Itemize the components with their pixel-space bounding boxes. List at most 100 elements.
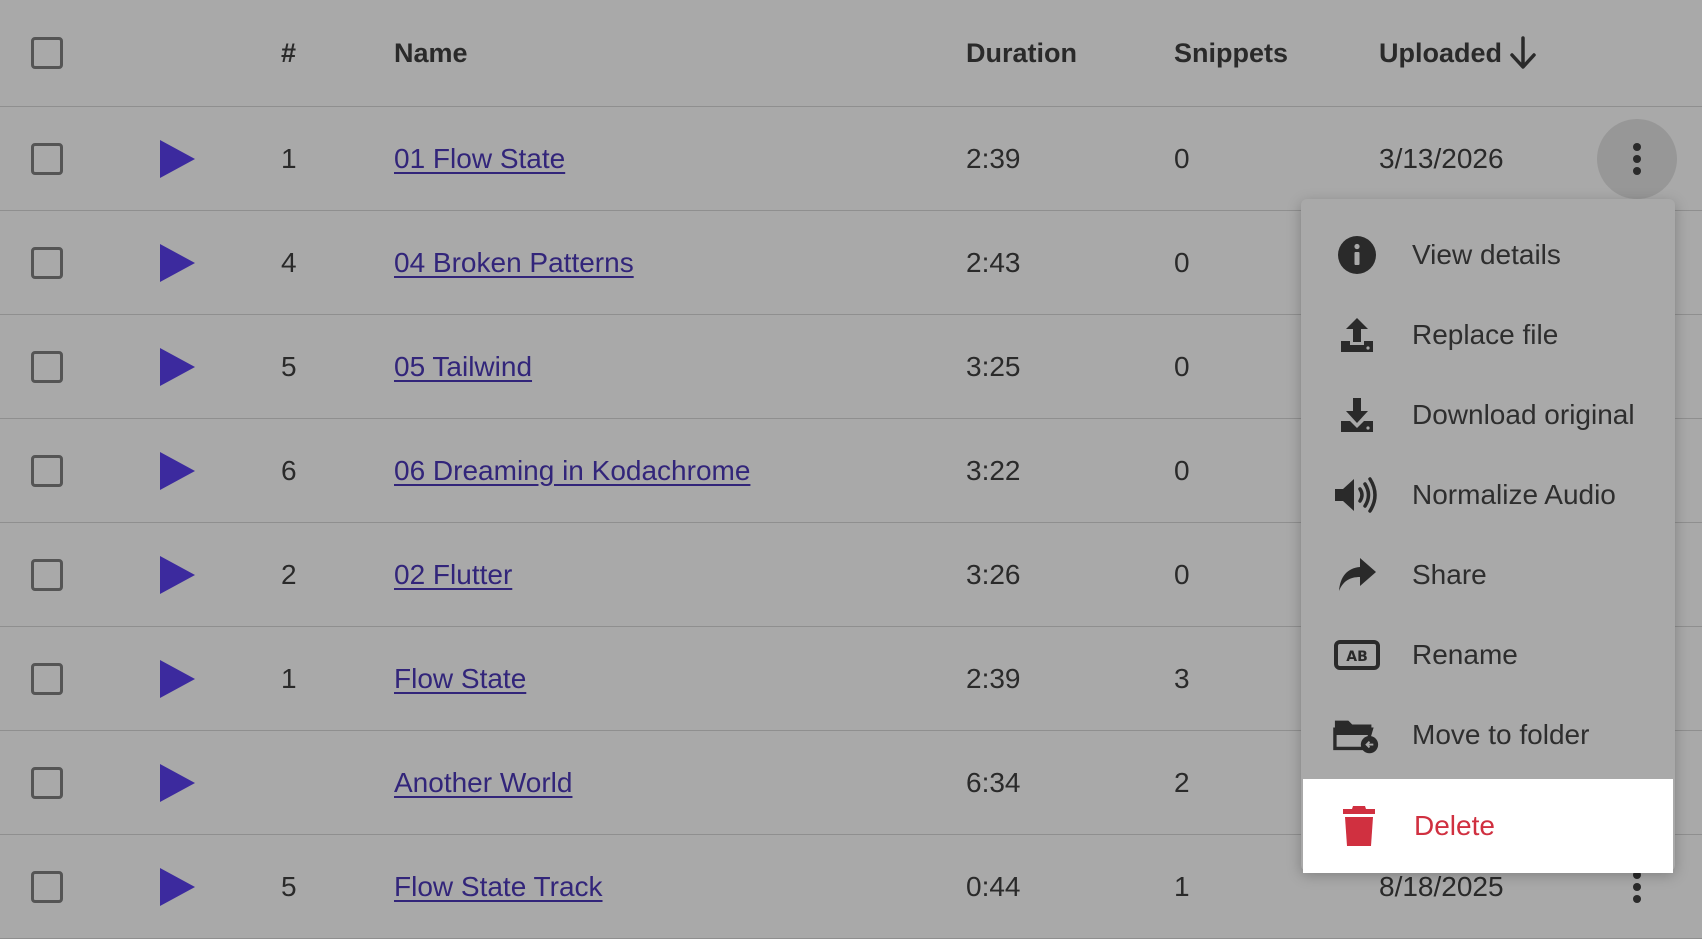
menu-move-to-folder[interactable]: Move to folder (1301, 695, 1675, 775)
track-name-link[interactable]: Flow State Track (394, 871, 603, 903)
select-all-checkbox[interactable] (31, 37, 63, 69)
row-checkbox-cell (31, 211, 63, 314)
play-icon (160, 763, 195, 802)
play-icon (160, 555, 195, 594)
row-checkbox[interactable] (31, 662, 63, 695)
play-icon (160, 659, 195, 698)
track-number: 6 (281, 454, 297, 486)
track-duration: 6:34 (966, 766, 1021, 798)
more-vert-icon (1633, 142, 1641, 175)
track-name-link[interactable]: Another World (394, 767, 572, 799)
folder-move-icon (1333, 713, 1381, 757)
play-icon (160, 347, 195, 386)
row-checkbox[interactable] (31, 142, 63, 175)
track-snippets: 0 (1174, 142, 1190, 174)
play-button[interactable] (160, 627, 195, 730)
menu-download-original[interactable]: Download original (1301, 375, 1675, 455)
track-snippets: 2 (1174, 766, 1190, 798)
play-button[interactable] (160, 315, 195, 418)
select-all-cell (31, 0, 63, 106)
track-snippets: 0 (1174, 558, 1190, 590)
table-row: 1 01 Flow State 2:39 0 3/13/2026 (0, 107, 1702, 211)
download-icon (1333, 393, 1381, 437)
rename-icon: AB (1333, 633, 1381, 677)
track-name-link[interactable]: Flow State (394, 663, 526, 695)
track-name-link[interactable]: 01 Flow State (394, 143, 565, 175)
row-checkbox-cell (31, 835, 63, 938)
track-name-link[interactable]: 02 Flutter (394, 559, 512, 591)
row-checkbox-cell (31, 315, 63, 418)
row-checkbox[interactable] (31, 350, 63, 383)
track-snippets: 0 (1174, 454, 1190, 486)
more-vert-icon (1633, 870, 1641, 903)
more-actions-button[interactable] (1597, 118, 1677, 199)
track-number: 1 (281, 142, 297, 174)
track-duration: 0:44 (966, 870, 1021, 902)
track-uploaded: 3/13/2026 (1379, 142, 1504, 174)
play-button[interactable] (160, 731, 195, 834)
menu-share[interactable]: Share (1301, 535, 1675, 615)
track-name-link[interactable]: 04 Broken Patterns (394, 247, 634, 279)
arrow-down-icon (1508, 36, 1538, 70)
track-number: 2 (281, 558, 297, 590)
menu-download-original-label: Download original (1412, 399, 1635, 430)
info-icon (1333, 233, 1381, 277)
menu-replace-file[interactable]: Replace file (1301, 295, 1675, 375)
track-snippets: 3 (1174, 662, 1190, 694)
track-name-cell: Flow State Track (394, 835, 603, 938)
track-duration: 3:22 (966, 454, 1021, 486)
menu-view-details-label: View details (1412, 239, 1561, 270)
menu-view-details[interactable]: View details (1301, 215, 1675, 295)
track-snippets: 1 (1174, 870, 1190, 902)
row-checkbox-cell (31, 419, 63, 522)
track-duration: 2:43 (966, 246, 1021, 278)
row-checkbox-cell (31, 627, 63, 730)
track-name-cell: Another World (394, 731, 572, 834)
track-name-cell: Flow State (394, 627, 526, 730)
row-checkbox[interactable] (31, 870, 63, 903)
menu-replace-file-label: Replace file (1412, 319, 1559, 350)
track-name-link[interactable]: 05 Tailwind (394, 351, 532, 383)
track-snippets: 0 (1174, 350, 1190, 382)
track-name-cell: 05 Tailwind (394, 315, 532, 418)
track-duration: 2:39 (966, 662, 1021, 694)
play-button[interactable] (160, 523, 195, 626)
menu-rename-label: Rename (1412, 639, 1518, 670)
track-number: 5 (281, 350, 297, 382)
row-checkbox-cell (31, 107, 63, 210)
play-button[interactable] (160, 419, 195, 522)
play-icon (160, 139, 195, 178)
row-checkbox-cell (31, 731, 63, 834)
row-actions-menu: View details Replace file Download origi… (1301, 199, 1675, 873)
play-icon (160, 243, 195, 282)
play-icon (160, 451, 195, 490)
track-name-cell: 01 Flow State (394, 107, 565, 210)
header-uploaded[interactable]: Uploaded (1379, 0, 1538, 106)
track-number: 1 (281, 662, 297, 694)
track-name-link[interactable]: 06 Dreaming in Kodachrome (394, 455, 750, 487)
play-button[interactable] (160, 211, 195, 314)
menu-normalize-audio-label: Normalize Audio (1412, 479, 1616, 510)
header-snippets[interactable]: Snippets (1174, 0, 1288, 106)
header-name[interactable]: Name (394, 0, 468, 106)
menu-share-label: Share (1412, 559, 1487, 590)
trash-icon (1335, 804, 1383, 848)
row-checkbox[interactable] (31, 766, 63, 799)
menu-rename[interactable]: AB Rename (1301, 615, 1675, 695)
header-number[interactable]: # (281, 0, 296, 106)
row-checkbox[interactable] (31, 454, 63, 487)
menu-delete-label: Delete (1414, 810, 1495, 841)
track-snippets: 0 (1174, 246, 1190, 278)
menu-delete[interactable]: Delete (1303, 779, 1673, 873)
row-checkbox[interactable] (31, 558, 63, 591)
track-number: 4 (281, 246, 297, 278)
row-checkbox[interactable] (31, 246, 63, 279)
share-icon (1333, 553, 1381, 597)
track-duration: 3:26 (966, 558, 1021, 590)
track-name-cell: 06 Dreaming in Kodachrome (394, 419, 750, 522)
header-duration[interactable]: Duration (966, 0, 1077, 106)
menu-normalize-audio[interactable]: Normalize Audio (1301, 455, 1675, 535)
table-header: # Name Duration Snippets Uploaded (0, 0, 1702, 107)
play-button[interactable] (160, 107, 195, 210)
play-button[interactable] (160, 835, 195, 938)
